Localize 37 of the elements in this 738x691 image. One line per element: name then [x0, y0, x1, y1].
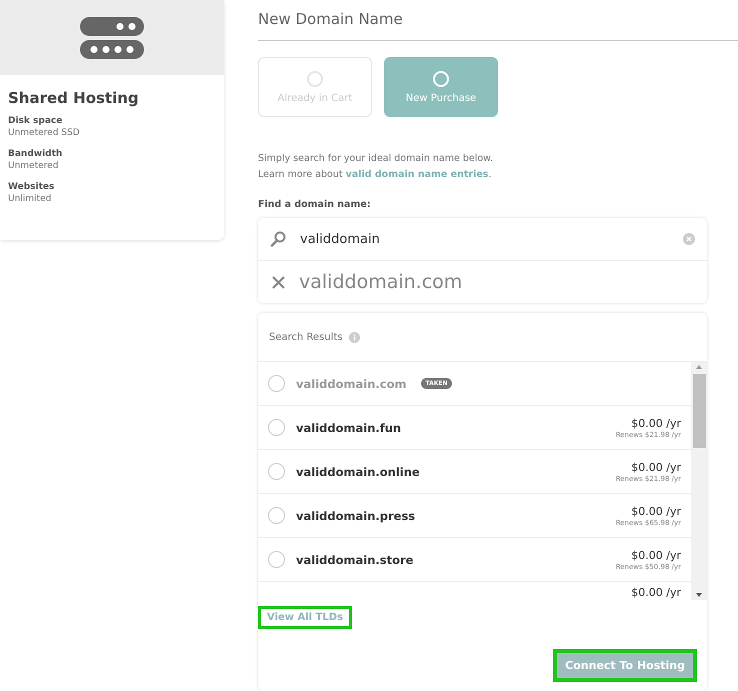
spec-value: Unmetered — [8, 161, 60, 171]
radio-button[interactable] — [268, 551, 285, 568]
radio-button[interactable] — [268, 375, 285, 392]
field-label: Find a domain name: — [258, 199, 372, 210]
domain-name: validdomain.store — [296, 552, 414, 566]
radio-button[interactable] — [268, 419, 285, 436]
server-icon — [80, 16, 144, 58]
help-link[interactable]: valid domain name entries — [346, 169, 488, 180]
radio-button[interactable] — [268, 463, 285, 480]
scroll-thumb[interactable] — [692, 374, 706, 448]
domain-suggestion[interactable]: validdomain.com — [299, 271, 462, 293]
plan-title: Shared Hosting — [8, 89, 140, 107]
clear-icon[interactable] — [683, 233, 695, 245]
price: $0.00 /yr — [631, 416, 681, 430]
search-icon — [270, 231, 286, 247]
radio-button[interactable] — [268, 507, 285, 524]
domain-name: validdomain.com — [296, 376, 406, 390]
domain-name: validdomain.press — [296, 508, 416, 522]
scrollbar[interactable] — [691, 362, 707, 600]
info-icon[interactable] — [348, 332, 360, 342]
close-icon[interactable] — [272, 276, 285, 288]
results-title: Search Results — [269, 332, 343, 342]
spec-label: Bandwidth — [8, 149, 64, 159]
domain-name: validdomain.online — [296, 464, 420, 478]
price: $0.00 /yr — [631, 586, 681, 599]
domain-name: validdomain.fun — [296, 420, 402, 434]
section-title: New Domain Name — [258, 10, 738, 41]
price: $0.00 /yr — [631, 460, 681, 474]
search-field[interactable]: validdomain — [300, 232, 669, 246]
intro-text: Learn more about valid domain name entries. — [258, 168, 492, 182]
spec-label: Disk space — [8, 116, 64, 126]
price: $0.00 /yr — [631, 504, 681, 518]
spec-label: Websites — [8, 182, 56, 192]
price: $0.00 /yr — [631, 548, 681, 562]
spec-value: Unmetered SSD — [8, 128, 81, 138]
spec-value: Unlimited — [8, 194, 52, 204]
intro-text: Simply search for your ideal domain name below. — [258, 152, 494, 166]
